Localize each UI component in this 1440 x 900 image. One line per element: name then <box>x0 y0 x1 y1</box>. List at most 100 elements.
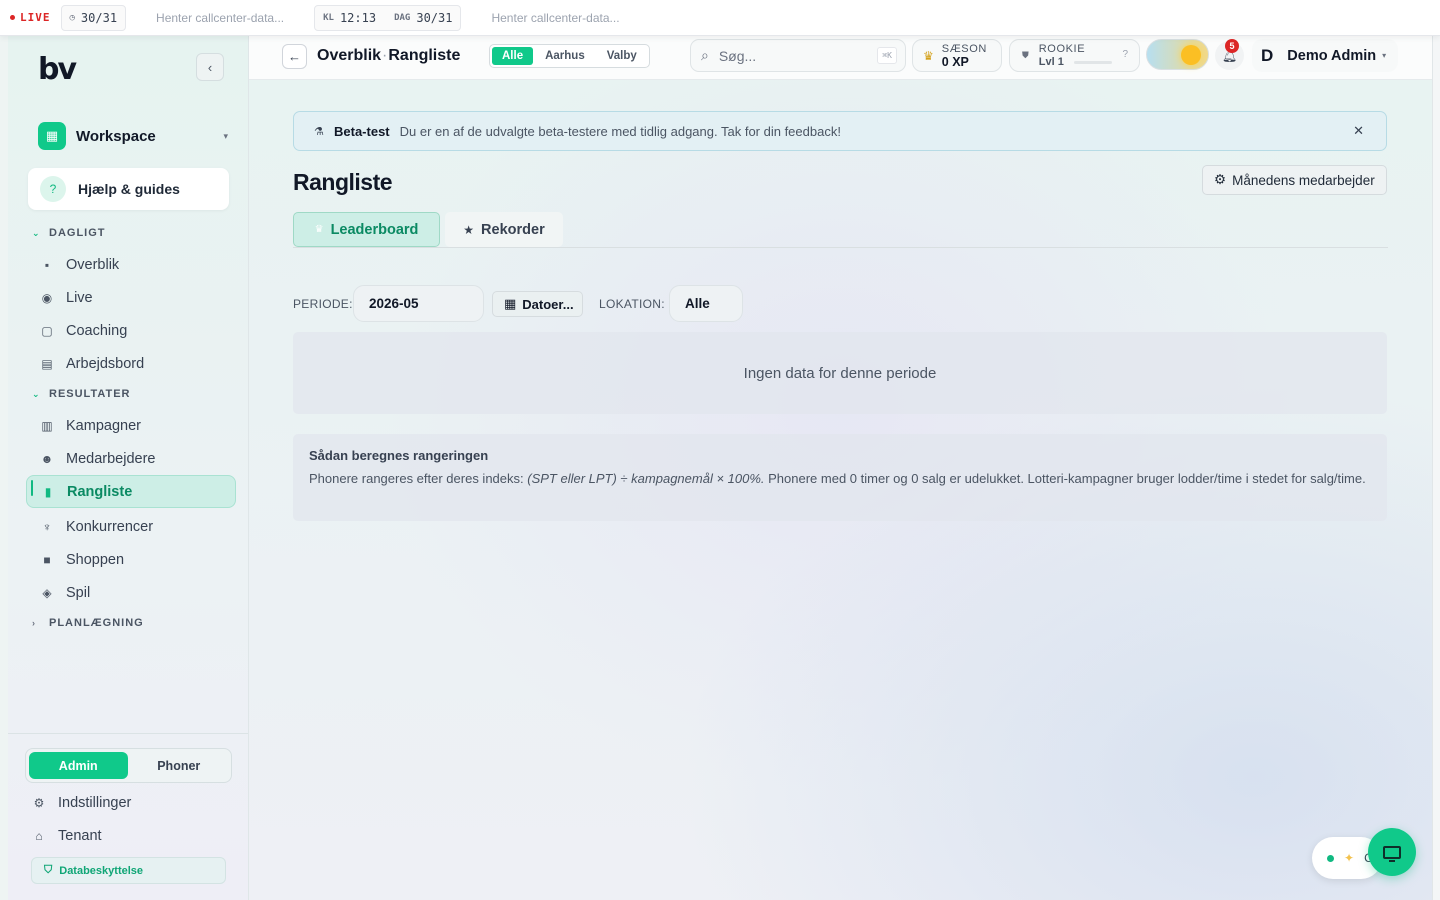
privacy-label: Databeskyttelse <box>59 864 144 877</box>
breadcrumb-parent[interactable]: Overblik <box>317 47 381 64</box>
tenant-link[interactable]: ⌂ Tenant <box>32 828 102 844</box>
beta-banner: ⚗ Beta-test Du er en af de udvalgte beta… <box>293 111 1387 151</box>
explanation-text-2: Phonere med 0 timer og 0 salg er udelukk… <box>764 471 1366 486</box>
clock-box: KL 12:13 DAG 30/31 <box>314 4 462 31</box>
breadcrumb-current: Rangliste <box>388 47 461 64</box>
period-label: PERIODE: <box>293 297 353 311</box>
section-planning-toggle[interactable]: › PLANLÆGNING <box>32 617 144 629</box>
calendar-icon: ▦ <box>504 296 517 311</box>
flask-icon: ⚗ <box>314 125 324 138</box>
sidebar-item-shoppen[interactable]: ■ Shoppen <box>26 543 236 576</box>
brand-logo[interactable]: bv <box>38 52 77 87</box>
sidebar-item-label: Arbejdsbord <box>66 355 145 372</box>
sidebar-item-kampagner[interactable]: ▥ Kampagner <box>26 409 236 442</box>
tab-rekorder[interactable]: ★ Rekorder <box>445 212 563 247</box>
active-indicator <box>31 480 33 496</box>
location-label: LOKATION: <box>599 297 665 311</box>
sidebar-item-coaching[interactable]: ▢ Coaching <box>26 314 236 347</box>
tab-leaderboard[interactable]: ♛ Leaderboard <box>293 212 440 247</box>
settings-label: Indstillinger <box>58 795 132 811</box>
explanation-formula: (SPT eller LPT) ÷ kampagnemål × 100%. <box>527 471 765 486</box>
location-option-aarhus[interactable]: Aarhus <box>535 47 595 65</box>
location-filter: Alle Aarhus Valby <box>489 44 650 68</box>
user-menu[interactable]: D Demo Admin ▾ <box>1252 39 1398 72</box>
sidebar-item-overblik[interactable]: ▪ Overblik <box>26 248 236 281</box>
close-icon[interactable]: ✕ <box>1353 123 1364 139</box>
beta-message: Du er en af de udvalgte beta-testere med… <box>399 123 841 139</box>
main-content: ⚗ Beta-test Du er en af de udvalgte beta… <box>249 80 1432 900</box>
shield-icon: ⛊ <box>1022 50 1029 60</box>
people-icon: ☻ <box>40 451 54 466</box>
building-icon: ⌂ <box>35 829 43 843</box>
employee-of-month-button[interactable]: ⚙ Månedens medarbejder <box>1202 165 1387 195</box>
chat-icon: ▢ <box>41 323 53 338</box>
sidebar-item-label: Rangliste <box>67 483 133 500</box>
tab-label: Leaderboard <box>330 221 419 238</box>
rank-label: ROOKIE <box>1038 42 1086 55</box>
collapse-sidebar-button[interactable]: ‹ <box>196 53 224 81</box>
monitor-icon <box>1383 845 1401 862</box>
sidebar-item-spil[interactable]: ◈ Spil <box>26 576 236 609</box>
section-results-toggle[interactable]: ⌄ RESULTATER <box>32 388 131 400</box>
period-select[interactable]: 2026-05 <box>353 285 484 322</box>
ticker-loading-text: Henter callcenter-data... <box>156 10 285 25</box>
xp-progress-bar <box>1074 61 1112 64</box>
sidebar-item-konkurrencer[interactable]: ♆ Konkurrencer <box>26 510 236 543</box>
gear-icon: ⚙ <box>1214 172 1227 187</box>
gear-icon: ⚙ <box>33 796 45 810</box>
help-icon: ? <box>40 176 66 202</box>
explanation-text-1: Phonere rangeres efter deres indeks: <box>309 471 528 486</box>
support-chat-button[interactable] <box>1368 828 1416 876</box>
sidebar-item-label: Overblik <box>66 256 120 273</box>
day-counter-value: 30/31 <box>80 10 118 25</box>
rank-help-icon[interactable]: ? <box>1122 49 1128 60</box>
section-results-label: RESULTATER <box>49 388 131 400</box>
help-guides-button[interactable]: ? Hjælp & guides <box>28 168 229 210</box>
explanation-body: Phonere rangeres efter deres indeks: (SP… <box>309 469 1371 489</box>
role-phoner-button[interactable]: Phoner <box>130 752 229 779</box>
section-daily-toggle[interactable]: ⌄ DAGLIGT <box>32 227 106 239</box>
empty-state-text: Ingen data for denne periode <box>743 364 937 382</box>
trophy-icon: ♛ <box>314 224 324 235</box>
privacy-link[interactable]: ⛉ Databeskyttelse <box>31 857 226 884</box>
theme-toggle[interactable] <box>1146 39 1209 70</box>
search-input[interactable]: ⌕ Søg... ⌘K <box>690 39 906 72</box>
chevron-right-icon: › <box>32 618 36 628</box>
arrow-left-icon: ← <box>288 49 301 64</box>
trophy-icon: ♛ <box>923 48 934 63</box>
settings-link[interactable]: ⚙ Indstillinger <box>32 795 132 811</box>
day-counter: ◷ 30/31 <box>60 4 127 31</box>
empty-state: Ingen data for denne periode <box>293 332 1387 414</box>
ticker-loading-text-2: Henter callcenter-data... <box>491 10 620 25</box>
day-value: 30/31 <box>416 10 453 25</box>
top-navigation: ← Overblik·Rangliste Alle Aarhus Valby ⌕… <box>249 36 1440 80</box>
location-select[interactable]: Alle <box>669 285 743 322</box>
location-option-alle[interactable]: Alle <box>492 47 534 65</box>
role-admin-button[interactable]: Admin <box>29 752 128 779</box>
location-option-valby[interactable]: Valby <box>597 47 647 65</box>
dates-button[interactable]: ▦ Datoer... <box>492 291 583 317</box>
rank-badge[interactable]: ⛊ ROOKIE Lvl 1 ? <box>1009 39 1140 72</box>
notifications-count-badge: 5 <box>1225 39 1239 53</box>
star-icon: ★ <box>463 222 475 237</box>
sidebar-item-label: Medarbejdere <box>66 450 156 467</box>
bag-icon: ■ <box>43 552 51 567</box>
grid-icon: ▦ <box>38 122 66 150</box>
chevron-down-icon: ▾ <box>223 130 228 141</box>
explanation-title: Sådan beregnes rangeringen <box>309 448 489 463</box>
sidebar-item-medarbejdere[interactable]: ☻ Medarbejdere <box>26 442 236 475</box>
sidebar-item-arbejdsbord[interactable]: ▤ Arbejdsbord <box>26 347 236 380</box>
sidebar-item-label: Kampagner <box>66 417 141 434</box>
breadcrumb: Overblik·Rangliste <box>317 47 460 65</box>
back-button[interactable]: ← <box>282 44 307 69</box>
scrollbar-track[interactable] <box>1432 36 1440 900</box>
sidebar-item-label: Coaching <box>66 322 128 339</box>
chevron-down-icon: ▾ <box>1382 51 1387 60</box>
workspace-switcher[interactable]: ▦ Workspace ▾ <box>38 122 228 150</box>
tenant-label: Tenant <box>58 828 102 844</box>
season-xp-badge[interactable]: ♛ SÆSON 0 XP <box>912 39 1002 72</box>
chevron-left-icon: ‹ <box>207 59 213 75</box>
sidebar-item-rangliste[interactable]: ▮ Rangliste <box>26 475 236 508</box>
sidebar-item-live[interactable]: ◉ Live <box>26 281 236 314</box>
sidebar-item-label: Spil <box>66 584 91 601</box>
